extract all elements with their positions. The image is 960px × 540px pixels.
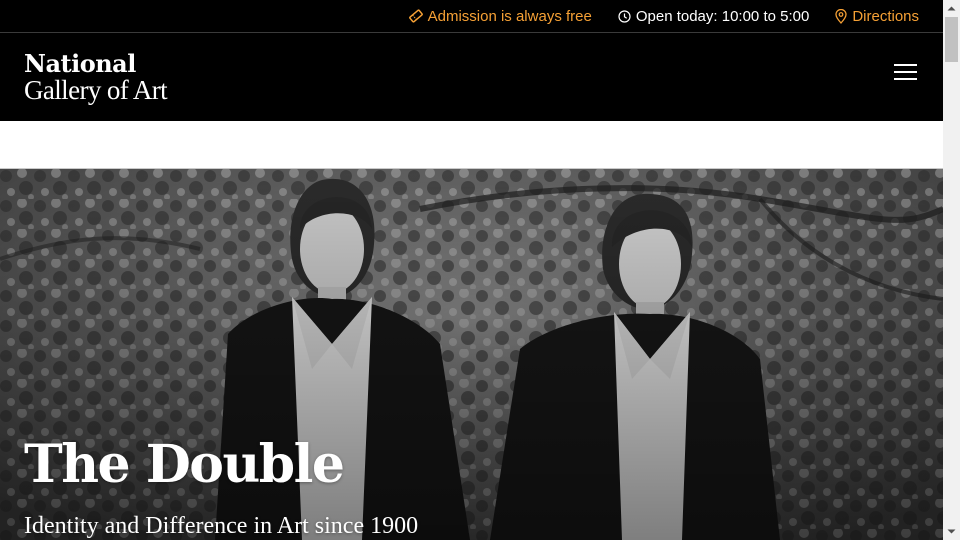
vertical-scrollbar[interactable]	[943, 0, 960, 540]
scrollbar-thumb[interactable]	[945, 17, 958, 62]
admission-label: Admission is always free	[427, 7, 592, 25]
menu-bar-middle	[893, 70, 917, 73]
header-spacer	[0, 121, 943, 169]
hours-info: Open today: 10:00 to 5:00	[618, 8, 809, 25]
hero-title: The Double	[24, 434, 345, 495]
utility-bar: Admission is always free Open today: 10:…	[0, 0, 943, 33]
hero-banner[interactable]: The Double Identity and Difference in Ar…	[0, 169, 943, 540]
map-pin-icon	[835, 8, 847, 24]
clock-icon	[618, 9, 631, 23]
site-logo[interactable]: National Gallery of Art	[24, 49, 168, 105]
directions-label: Directions	[852, 7, 919, 25]
menu-bar-bottom	[893, 77, 917, 80]
hamburger-menu-icon[interactable]	[891, 63, 919, 85]
scroll-up-arrow-icon[interactable]	[943, 0, 960, 17]
hero-subtitle: Identity and Difference in Art since 190…	[24, 513, 419, 539]
site-header: National Gallery of Art	[0, 33, 943, 121]
logo-line-1: National	[24, 49, 136, 78]
ticket-icon	[408, 9, 423, 23]
admission-link[interactable]: Admission is always free	[408, 7, 592, 25]
menu-bar-top	[893, 63, 917, 66]
hours-label: Open today: 10:00 to 5:00	[635, 7, 810, 25]
logo-line-2: Gallery of Art	[24, 75, 168, 105]
page: Admission is always free Open today: 10:…	[0, 0, 943, 540]
scroll-down-arrow-icon[interactable]	[943, 523, 960, 540]
directions-link[interactable]: Directions	[835, 8, 919, 25]
